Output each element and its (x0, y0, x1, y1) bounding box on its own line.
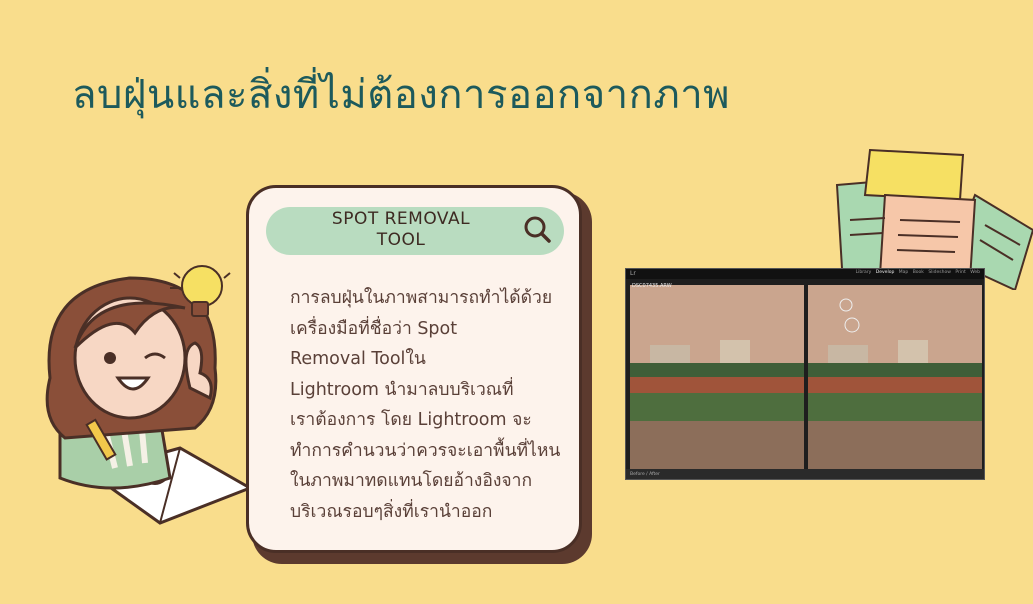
body-line: บริเวณรอบๆสิ่งที่เรานำออก (290, 501, 493, 522)
photo-caption: DSC07435.ARW (632, 283, 672, 289)
module-library[interactable]: Library (856, 270, 872, 275)
module-map[interactable]: Map (899, 270, 909, 275)
body-line: Removal Toolใน (290, 349, 426, 369)
card-body: การลบฝุ่นในภาพสามารถทำได้ด้วย เครื่องมือ… (290, 283, 560, 527)
module-book[interactable]: Book (913, 270, 924, 275)
before-after-label[interactable]: Before / After (630, 472, 660, 477)
card-heading-line2: TOOL (376, 230, 426, 250)
photo-before[interactable] (630, 285, 804, 469)
page-title: ลบฝุ่นและสิ่งที่ไม่ต้องการออกจากภาพ (72, 72, 731, 118)
module-web[interactable]: Web (970, 270, 980, 275)
module-picker: Library Develop Map Book Slideshow Print… (853, 270, 980, 275)
photo-after[interactable] (808, 285, 982, 469)
body-line: การลบฝุ่นในภาพสามารถทำได้ด้วย (290, 288, 553, 308)
card-heading-line1: SPOT REMOVAL (331, 209, 471, 229)
card-heading: SPOT REMOVAL TOOL (296, 209, 506, 251)
lightroom-screenshot: Lr Library Develop Map Book Slideshow Pr… (625, 268, 985, 480)
module-print[interactable]: Print (955, 270, 965, 275)
lightroom-logo: Lr (630, 270, 636, 277)
body-line: ทำการคำนวนว่าควรจะเอาพื้นที่ไหน (290, 440, 561, 461)
module-slideshow[interactable]: Slideshow (928, 270, 951, 275)
module-develop[interactable]: Develop (876, 270, 895, 275)
search-icon (524, 216, 551, 243)
body-line: เราต้องการ โดย Lightroom จะ (290, 410, 532, 430)
body-line: ในภาพมาทดแทนโดยอ้างอิงจาก (290, 471, 533, 491)
lightbulb-icon (170, 265, 231, 317)
body-line: เครื่องมือที่ชื่อว่า Spot (290, 318, 458, 339)
lightroom-toolbar: Before / After (626, 469, 984, 479)
lightroom-topbar: Lr Library Develop Map Book Slideshow Pr… (626, 269, 984, 279)
body-line: Lightroom นำมาลบบริเวณที่ (290, 379, 514, 400)
